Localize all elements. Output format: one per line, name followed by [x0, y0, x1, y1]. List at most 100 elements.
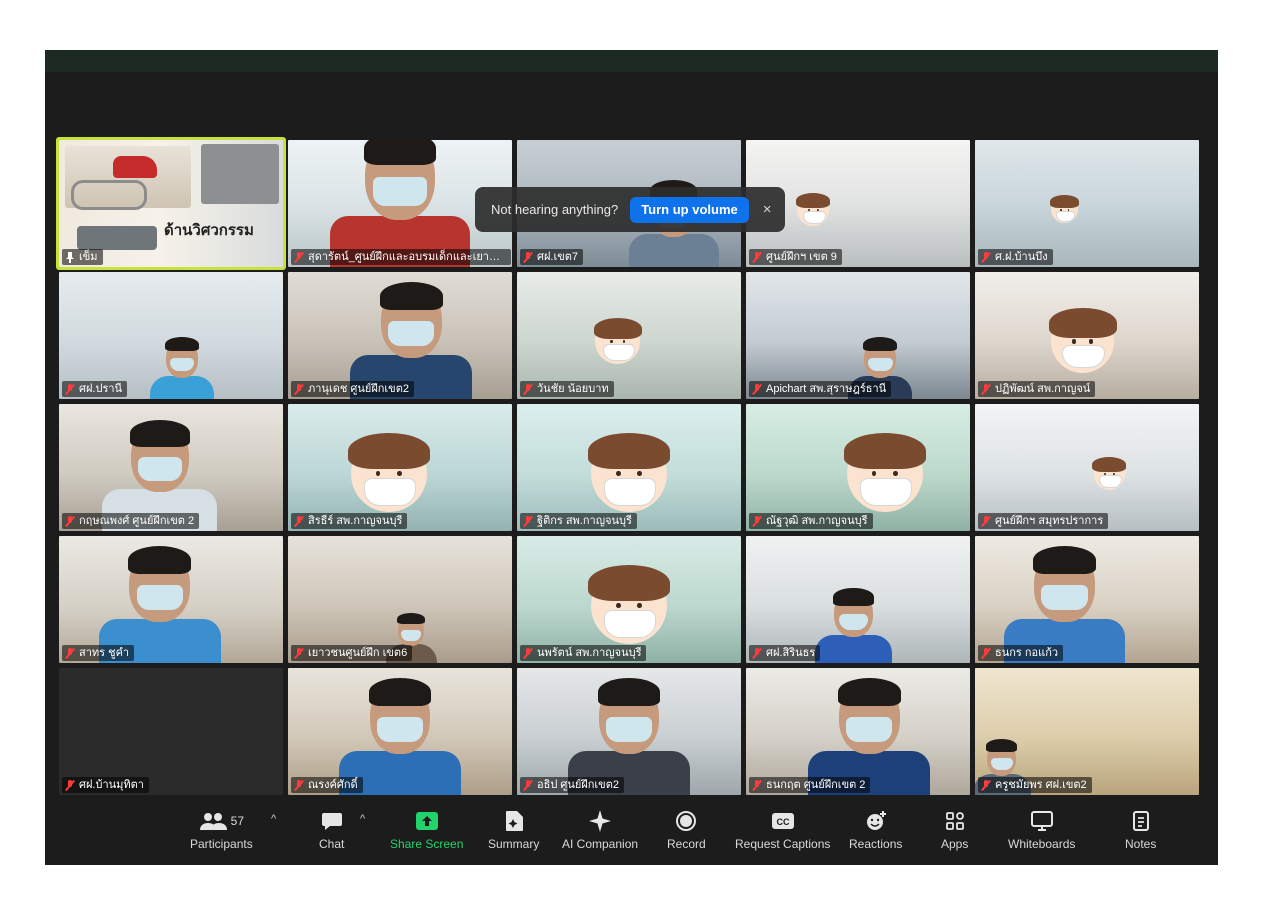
video-tile[interactable]: ศ.ฝ.บ้านบึง — [975, 140, 1199, 267]
video-tile[interactable]: ภานุเดช ศูนย์ฝึกเขต2 — [288, 272, 512, 399]
video-tile[interactable]: สิรธีร์ สพ.กาญจนบุรี — [288, 404, 512, 531]
video-tile[interactable]: ครูชมัยพร ศฝ.เขต2 — [975, 668, 1199, 795]
video-tile[interactable]: ศฝ.สิรินธร — [746, 536, 970, 663]
video-tile[interactable]: ศฝ.บ้านมุทิตา — [59, 668, 283, 795]
video-tile[interactable]: เยาวชนศูนย์ฝึก เขต6 — [288, 536, 512, 663]
face-sticker — [593, 317, 643, 365]
participant-name: อธิป ศูนย์ฝึกเขต2 — [537, 779, 619, 791]
notes-button[interactable]: Notes — [1125, 809, 1156, 851]
participant-name: ครูชมัยพร ศฝ.เขต2 — [995, 779, 1087, 791]
participant-name-label: ธนกฤต ศูนย์ฝึกเขต 2 — [749, 777, 871, 793]
ai-companion-button[interactable]: AI Companion — [562, 809, 638, 851]
participant-name: ภานุเดช ศูนย์ฝึกเขต2 — [308, 383, 409, 395]
participant-name: สุดารัตน์_ศูนย์ฝึกและอบรมเด็กและเยาวชนเข… — [308, 251, 506, 263]
participant-name-label: สาทร ชูคำ — [62, 645, 135, 661]
face-sticker — [1092, 456, 1127, 490]
audio-toast: Not hearing anything? Turn up volume × — [475, 187, 785, 232]
video-tile[interactable]: ธนกฤต ศูนย์ฝึกเขต 2 — [746, 668, 970, 795]
apps-button[interactable]: Apps — [941, 809, 968, 851]
participants-caret-icon[interactable]: ^ — [271, 813, 276, 825]
participant-name: ศฝ.สิรินธร — [766, 647, 816, 659]
ai-companion-label: AI Companion — [562, 837, 639, 851]
microphone-muted-icon — [523, 383, 533, 395]
apps-label: Apps — [941, 837, 969, 851]
record-icon — [675, 809, 697, 833]
video-tile[interactable]: วันชัย น้อยบาท — [517, 272, 741, 399]
participant-name-label: ภานุเดช ศูนย์ฝึกเขต2 — [291, 381, 414, 397]
chat-caret-icon[interactable]: ^ — [360, 813, 365, 825]
chat-button[interactable]: Chat — [319, 809, 344, 851]
sparkle-icon — [588, 809, 612, 833]
request-captions-button[interactable]: CC Request Captions — [735, 809, 830, 851]
video-tile[interactable]: ณัฐวุฒิ สพ.กาญจนบุรี — [746, 404, 970, 531]
participant-name: Apichart สพ.สุราษฎร์ธานี — [766, 383, 887, 395]
video-tile[interactable]: ศูนย์ฝึกฯ สมุทรปราการ — [975, 404, 1199, 531]
microphone-muted-icon — [523, 251, 533, 263]
face-sticker — [843, 432, 927, 513]
face-sticker — [347, 432, 431, 513]
microphone-muted-icon — [523, 647, 533, 659]
participant-name-label: ศูนย์ฝึกฯ เขต 9 — [749, 249, 842, 265]
video-feed — [975, 140, 1199, 267]
summary-label: Summary — [488, 837, 540, 851]
participant-name-label: เยาวชนศูนย์ฝึก เขต6 — [291, 645, 413, 661]
chat-label: Chat — [319, 837, 345, 851]
participant-name-label: ศูนย์ฝึกฯ สมุทรปราการ — [978, 513, 1109, 529]
notes-label: Notes — [1125, 837, 1157, 851]
toast-message: Not hearing anything? — [491, 202, 619, 217]
video-tile[interactable]: ณรงค์ศักดิ์ — [288, 668, 512, 795]
participant-name-label: เข็ม — [62, 249, 103, 265]
captions-icon: CC — [771, 809, 795, 833]
participant-name: สิรธีร์ สพ.กาญจนบุรี — [308, 515, 403, 527]
pin-icon — [65, 251, 75, 263]
participant-name-label: ศฝ.สิรินธร — [749, 645, 821, 661]
microphone-muted-icon — [752, 779, 762, 791]
participants-label: Participants — [190, 837, 253, 851]
video-tile[interactable]: ศฝ.ปรานี — [59, 272, 283, 399]
apps-icon — [945, 809, 965, 833]
video-tile[interactable]: ธนกร กอแก้ว — [975, 536, 1199, 663]
participant-name: กฤษณพงศ์ ศูนย์ฝึกเขต 2 — [79, 515, 195, 527]
microphone-muted-icon — [294, 779, 304, 791]
participants-icon: 57 — [199, 809, 244, 833]
face-sticker — [1050, 195, 1080, 224]
record-button[interactable]: Record — [667, 809, 706, 851]
svg-text:CC: CC — [776, 817, 789, 827]
share-screen-button[interactable]: Share Screen — [390, 809, 463, 851]
video-tile[interactable]: ฐิติกร สพ.กาญจนบุรี — [517, 404, 741, 531]
participant-name-label: ณัฐวุฒิ สพ.กาญจนบุรี — [749, 513, 873, 529]
summary-button[interactable]: Summary — [488, 809, 539, 851]
participant-name-label: นพรัตน์ สพ.กาญจนบุรี — [520, 645, 647, 661]
microphone-muted-icon — [981, 779, 991, 791]
video-tile[interactable]: ด้านวิศวกรรม เข็ม — [59, 140, 283, 267]
reactions-label: Reactions — [849, 837, 903, 851]
whiteboard-icon — [1030, 809, 1054, 833]
video-tile[interactable]: กฤษณพงศ์ ศูนย์ฝึกเขต 2 — [59, 404, 283, 531]
microphone-muted-icon — [294, 515, 304, 527]
microphone-muted-icon — [981, 251, 991, 263]
video-tile[interactable]: นพรัตน์ สพ.กาญจนบุรี — [517, 536, 741, 663]
video-tile[interactable]: สาทร ชูคำ — [59, 536, 283, 663]
participant-name-label: กฤษณพงศ์ ศูนย์ฝึกเขต 2 — [62, 513, 200, 529]
microphone-muted-icon — [65, 647, 75, 659]
video-tile[interactable]: ปฏิพัฒน์ สพ.กาญจน์ — [975, 272, 1199, 399]
participant-name-label: ศฝ.ปรานี — [62, 381, 128, 397]
turn-up-volume-button[interactable]: Turn up volume — [630, 196, 749, 223]
microphone-muted-icon — [752, 383, 762, 395]
video-tile[interactable]: Apichart สพ.สุราษฎร์ธานี — [746, 272, 970, 399]
whiteboards-label: Whiteboards — [1008, 837, 1076, 851]
participant-name: นพรัตน์ สพ.กาญจนบุรี — [537, 647, 642, 659]
participant-name: ณัฐวุฒิ สพ.กาญจนบุรี — [766, 515, 868, 527]
video-tile[interactable]: อธิป ศูนย์ฝึกเขต2 — [517, 668, 741, 795]
face-sticker — [587, 432, 671, 513]
participant-name: ฐิติกร สพ.กาญจนบุรี — [537, 515, 632, 527]
reactions-button[interactable]: Reactions — [849, 809, 902, 851]
participant-name: ศูนย์ฝึกฯ เขต 9 — [766, 251, 837, 263]
close-icon[interactable]: × — [763, 201, 772, 218]
microphone-muted-icon — [65, 383, 75, 395]
whiteboards-button[interactable]: Whiteboards — [1008, 809, 1075, 851]
participants-button[interactable]: 57 Participants — [190, 809, 253, 851]
participant-name: ศฝ.ปรานี — [79, 383, 123, 395]
meeting-window: ด้านวิศวกรรม เข็มสุดารัตน์_ศูนย์ฝึกและอบร… — [45, 50, 1218, 865]
participant-name: ปฏิพัฒน์ สพ.กาญจน์ — [995, 383, 1091, 395]
